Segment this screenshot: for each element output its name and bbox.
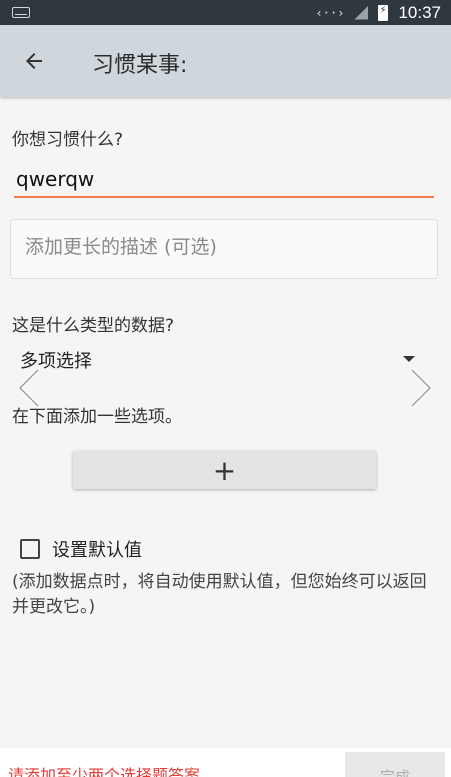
default-value-label: 设置默认值 [52, 540, 142, 561]
app-bar: 习惯某事: [0, 25, 451, 97]
code-indicator-icon: ‹··› [315, 5, 345, 20]
habit-name-input[interactable] [14, 162, 434, 198]
default-value-checkbox[interactable] [20, 539, 40, 559]
page-title: 习惯某事: [92, 53, 188, 78]
bottom-bar: 请添加至少两个选择题答案 完成 [0, 748, 451, 777]
default-value-row[interactable]: 设置默认值 [20, 536, 142, 562]
default-value-hint: (添加数据点时，将自动使用默认值，但您始终可以返回并更改它。) [12, 572, 427, 617]
validation-warning: 请添加至少两个选择题答案 [8, 766, 201, 777]
battery-charging-icon [378, 4, 389, 21]
data-type-label: 这是什么类型的数据? [12, 316, 175, 336]
data-type-select[interactable]: 多项选择 [20, 345, 420, 375]
description-field[interactable] [10, 219, 438, 279]
status-bar: ‹··› 10:37 [0, 0, 451, 25]
keyboard-icon [12, 7, 30, 18]
chevron-right-icon[interactable] [406, 366, 436, 410]
back-button[interactable] [14, 45, 54, 77]
done-button[interactable]: 完成 [345, 752, 445, 777]
dropdown-caret-icon [403, 356, 415, 362]
status-icons: ‹··› 10:37 [316, 0, 441, 25]
arrow-left-icon [26, 53, 42, 69]
status-time: 10:37 [398, 2, 441, 22]
no-signal-icon [354, 6, 368, 20]
options-label: 在下面添加一些选项。 [12, 407, 182, 427]
name-label: 你想习惯什么? [12, 130, 124, 150]
add-option-button[interactable]: + [73, 451, 376, 489]
description-input[interactable] [25, 236, 425, 258]
